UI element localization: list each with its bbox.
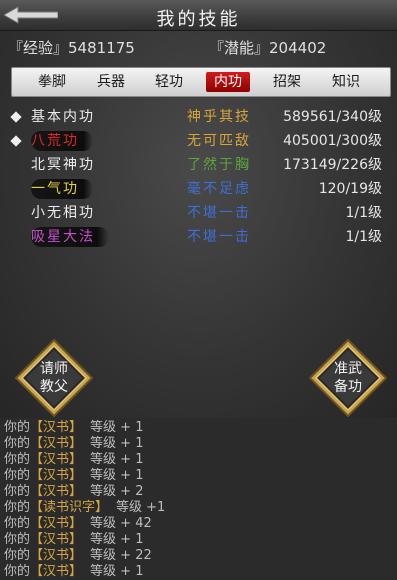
log-prefix: 你的 [4,564,31,579]
skill-name: 八荒功 [31,131,93,151]
experience-value: 5481175 [68,39,135,57]
skill-level: 120/19级 [318,181,382,197]
log-prefix: 你的 [4,548,31,563]
log-line: 你的【读书识字】 等级 +1 [4,500,165,516]
log-prefix: 你的 [4,420,31,435]
skill-row[interactable]: 小无相功 不堪一击 1/1级 [0,201,397,225]
skill-name: 北冥神功 [31,157,95,173]
selected-diamond-icon [10,135,22,147]
log-text: 等级 + 1 [90,532,144,547]
log-book: 【读书识字】 [30,500,109,515]
message-log[interactable]: 你的【汉书】 等级 + 1 你的【汉书】 等级 + 1 你的【汉书】 等级 + 1 你的【汉… [0,418,397,579]
log-text: 等级 + 1 [90,564,144,579]
skill-level: 405001/300级 [283,133,382,149]
log-line: 你的【汉书】 等级 + 1 [4,468,143,484]
ask-teacher-label: 请师 教父 [14,360,94,396]
log-text: 等级 +1 [116,500,166,515]
tab-weapon[interactable]: 兵器 [89,72,133,92]
skill-level: 1/1级 [345,229,382,245]
skill-row[interactable]: 北冥神功 了然于胸 173149/226级 [0,153,397,177]
tab-fist[interactable]: 拳脚 [30,72,74,92]
ask-teacher-button[interactable]: 请师 教父 [14,338,94,418]
log-text: 等级 + 1 [90,468,144,483]
log-book: 【汉书】 [30,564,83,579]
skill-rank: 不堪一击 [187,205,251,221]
skill-name: 小无相功 [31,205,95,221]
skill-level: 589561/340级 [283,109,382,125]
log-prefix: 你的 [4,484,31,499]
log-text: 等级 + 22 [90,548,152,563]
potential-label: 『潜能』 [209,39,270,57]
skill-row[interactable]: 吸星大法 不堪一击 1/1级 [0,225,397,249]
experience-stat: 『经验』5481175 [8,37,135,58]
skill-rank: 了然于胸 [187,157,251,173]
prepare-skill-line2: 备功 [334,379,362,395]
skill-name: 一气功 [31,179,93,199]
skill-level: 1/1级 [345,205,382,221]
log-prefix: 你的 [4,452,31,467]
log-book: 【汉书】 [30,436,83,451]
skill-rank: 毫不足虑 [187,181,251,197]
log-book: 【汉书】 [30,484,83,499]
experience-label: 『经验』 [8,39,69,57]
log-book: 【汉书】 [30,468,83,483]
log-text: 等级 + 1 [90,436,144,451]
log-line: 你的【汉书】 等级 + 22 [4,548,152,564]
log-line: 你的【汉书】 等级 + 1 [4,532,143,548]
page-title: 我的技能 [156,9,241,30]
potential-value: 204402 [269,39,327,57]
skill-row[interactable]: 八荒功 无可匹敌 405001/300级 [0,129,397,153]
skill-name: 吸星大法 [31,227,109,247]
selected-diamond-icon [10,111,22,123]
log-line: 你的【汉书】 等级 + 1 [4,420,143,436]
log-text: 等级 + 1 [90,452,144,467]
prepare-skill-label: 准武 备功 [308,360,388,396]
log-line: 你的【汉书】 等级 + 42 [4,516,152,532]
log-prefix: 你的 [4,516,31,531]
stats-bar: 『经验』5481175 『潜能』204402 [0,37,397,57]
ask-teacher-line1: 请师 [40,361,68,377]
tab-knowledge[interactable]: 知识 [324,72,368,92]
log-book: 【汉书】 [30,516,83,531]
log-text: 等级 + 2 [90,484,144,499]
skill-name: 基本内功 [31,109,95,125]
skill-level: 173149/226级 [283,157,382,173]
log-book: 【汉书】 [30,532,83,547]
potential-stat: 『潜能』204402 [209,37,326,58]
ask-teacher-line2: 教父 [40,379,68,395]
log-prefix: 你的 [4,500,31,515]
skill-row[interactable]: 一气功 毫不足虑 120/19级 [0,177,397,201]
log-line: 你的【汉书】 等级 + 1 [4,436,143,452]
tab-lightness[interactable]: 轻功 [147,72,191,92]
log-book: 【汉书】 [30,548,83,563]
skill-rank: 不堪一击 [187,229,251,245]
log-line: 你的【汉书】 等级 + 2 [4,484,143,500]
log-prefix: 你的 [4,532,31,547]
tab-parry[interactable]: 招架 [265,72,309,92]
skill-rank: 无可匹敌 [187,133,251,149]
skills-panel: 我的技能 『经验』5481175 『潜能』204402 拳脚 兵器 轻功 内功 … [0,0,397,418]
title-bar: 我的技能 [0,0,397,31]
skill-category-tabs: 拳脚 兵器 轻功 内功 招架 知识 [11,67,391,97]
skill-row[interactable]: 基本内功 神乎其技 589561/340级 [0,105,397,129]
log-book: 【汉书】 [30,420,83,435]
log-prefix: 你的 [4,468,31,483]
log-text: 等级 + 1 [90,420,144,435]
skill-rank: 神乎其技 [187,109,251,125]
log-text: 等级 + 42 [90,516,152,531]
prepare-skill-button[interactable]: 准武 备功 [308,338,388,418]
log-prefix: 你的 [4,436,31,451]
prepare-skill-line1: 准武 [334,361,362,377]
log-book: 【汉书】 [30,452,83,467]
log-line: 你的【汉书】 等级 + 1 [4,452,143,468]
tab-inner-force[interactable]: 内功 [206,72,250,92]
